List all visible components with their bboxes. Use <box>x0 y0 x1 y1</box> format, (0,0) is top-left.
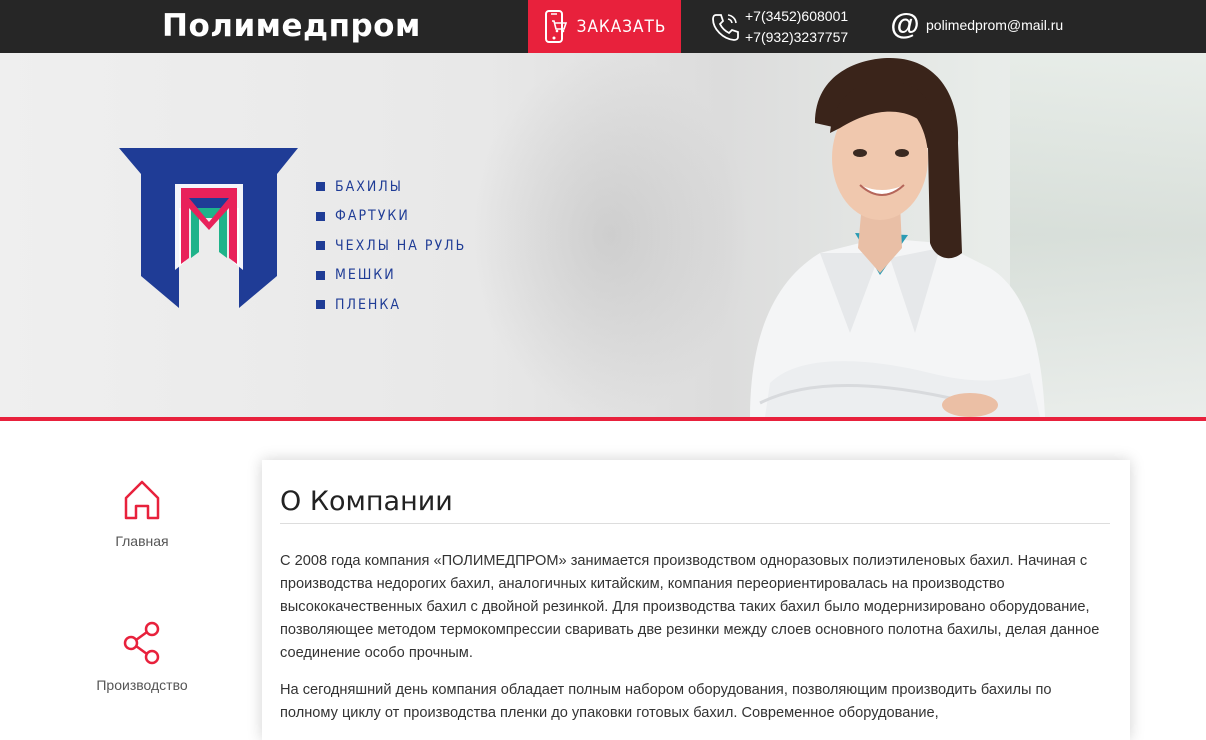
nav-item-home[interactable]: Главная <box>62 478 222 549</box>
at-sign-icon: @ <box>890 8 920 41</box>
about-company-card: О Компании С 2008 года компания «ПОЛИМЕД… <box>262 460 1130 740</box>
top-bar: Полимедпром ЗАКАЗАТЬ +7(3452)608001 +7(9… <box>0 0 1206 53</box>
menu-item-meshki[interactable]: МЕШКИ <box>316 261 466 291</box>
phone-block: +7(3452)608001 +7(932)3237757 <box>711 6 848 48</box>
menu-item-chehly[interactable]: ЧЕХЛЫ НА РУЛЬ <box>316 231 466 261</box>
emblem-letters: МП <box>119 148 121 149</box>
about-title: О Компании <box>280 486 453 517</box>
company-emblem-logo[interactable]: МП <box>119 148 298 308</box>
product-menu: БАХИЛЫ ФАРТУКИ ЧЕХЛЫ НА РУЛЬ МЕШКИ ПЛЕНК… <box>316 172 466 320</box>
nav-item-production-label: Производство <box>96 677 188 693</box>
phone-number-1[interactable]: +7(3452)608001 <box>745 6 848 27</box>
order-button[interactable]: ЗАКАЗАТЬ <box>528 0 681 53</box>
email-block: @ polimedprom@mail.ru <box>890 10 1063 40</box>
hero-background-blur <box>470 53 750 417</box>
bullet-square-icon <box>316 241 325 251</box>
bullet-square-icon <box>316 270 325 280</box>
home-icon <box>124 480 160 520</box>
nav-item-production[interactable]: Производство <box>62 620 222 693</box>
hero-accent-line <box>0 417 1206 421</box>
pharmacist-photo <box>750 58 1045 417</box>
menu-item-bahily[interactable]: БАХИЛЫ <box>316 172 466 202</box>
share-icon <box>123 621 160 665</box>
bullet-square-icon <box>316 182 325 192</box>
menu-item-fartuki[interactable]: ФАРТУКИ <box>316 202 466 232</box>
menu-item-plenka[interactable]: ПЛЕНКА <box>316 290 466 320</box>
bullet-square-icon <box>316 211 325 221</box>
brand-logo-text[interactable]: Полимедпром <box>162 8 421 44</box>
phone-number-2[interactable]: +7(932)3237757 <box>745 27 848 48</box>
nav-item-home-label: Главная <box>115 533 169 549</box>
email-address[interactable]: polimedprom@mail.ru <box>926 17 1063 33</box>
phone-cart-icon <box>544 9 567 43</box>
about-paragraph-1: С 2008 года компания «ПОЛИМЕДПРОМ» заним… <box>280 553 1100 661</box>
bullet-square-icon <box>316 300 325 310</box>
order-button-label: ЗАКАЗАТЬ <box>576 16 667 37</box>
about-paragraph-2: На сегодняшний день компания обладает по… <box>280 682 1052 721</box>
phone-icon <box>712 14 739 41</box>
title-divider <box>280 523 1110 524</box>
